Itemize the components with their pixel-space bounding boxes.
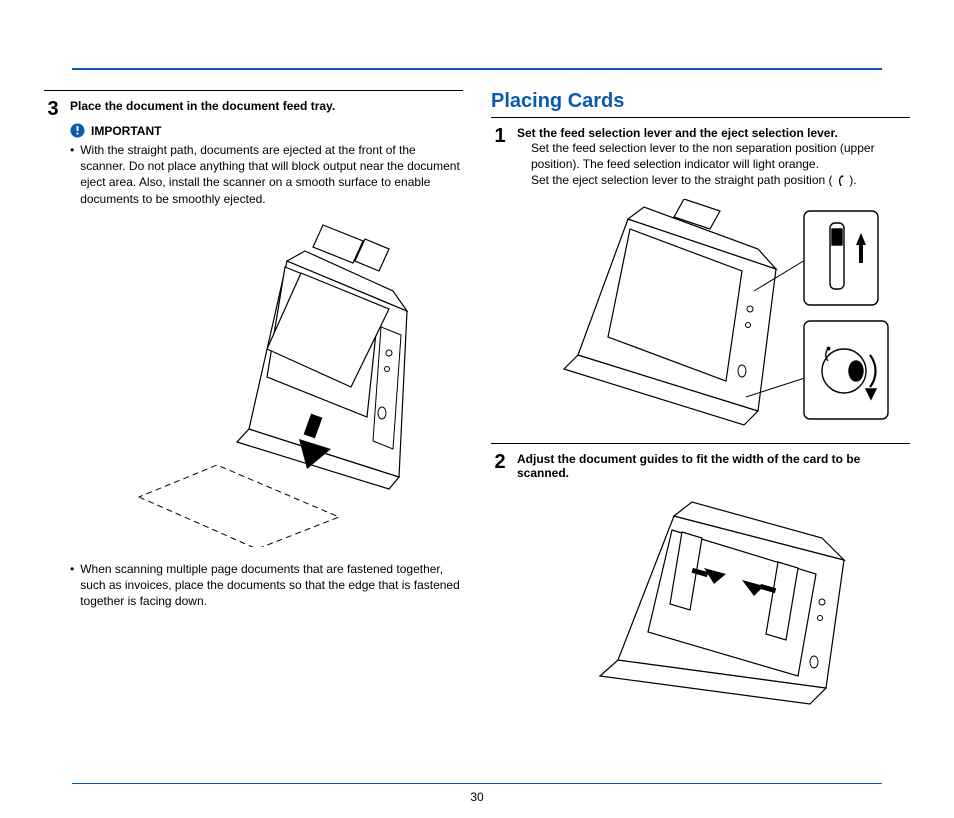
- bullet-2: When scanning multiple page documents th…: [70, 561, 463, 610]
- bullet-1: With the straight path, documents are ej…: [70, 142, 463, 207]
- step-title: Adjust the document guides to fit the wi…: [517, 452, 910, 480]
- step-rule: [491, 443, 910, 444]
- important-label: IMPORTANT: [91, 124, 161, 138]
- step-rule: [44, 90, 463, 91]
- step-3: 3 Place the document in the document fee…: [44, 99, 463, 611]
- figure-guides: [517, 490, 910, 710]
- step-rule: [491, 117, 910, 118]
- bullet-text: With the straight path, documents are ej…: [80, 142, 463, 207]
- header-rule: [72, 68, 882, 70]
- manual-page: 3 Place the document in the document fee…: [0, 0, 954, 818]
- step-body: Adjust the document guides to fit the wi…: [517, 452, 910, 724]
- step-line: Set the feed selection lever to the non …: [517, 140, 910, 172]
- bullet-text: When scanning multiple page documents th…: [80, 561, 463, 610]
- left-column: 3 Place the document in the document fee…: [44, 90, 463, 724]
- step-title: Set the feed selection lever and the eje…: [517, 126, 910, 140]
- step-title: Place the document in the document feed …: [70, 99, 463, 113]
- step-2: 2 Adjust the document guides to fit the …: [491, 452, 910, 724]
- footer-rule: [72, 783, 882, 784]
- section-heading: Placing Cards: [491, 90, 910, 113]
- step-line-b: ).: [849, 173, 856, 187]
- step-line: Set the eject selection lever to the str…: [517, 172, 910, 188]
- important-header: IMPORTANT: [70, 123, 463, 138]
- right-column: Placing Cards 1 Set the feed selection l…: [491, 90, 910, 724]
- step-line-a: Set the eject selection lever to the str…: [531, 173, 833, 187]
- step-number: 3: [44, 99, 62, 119]
- important-icon: [70, 123, 85, 138]
- figure-levers: [517, 199, 910, 429]
- page-number: 30: [0, 790, 954, 804]
- figure-eject-path: [70, 217, 463, 547]
- step-number: 2: [491, 452, 509, 472]
- step-1: 1 Set the feed selection lever and the e…: [491, 126, 910, 443]
- straight-path-icon: [836, 175, 846, 187]
- step-number: 1: [491, 126, 509, 146]
- step-body: Set the feed selection lever and the eje…: [517, 126, 910, 443]
- two-column-layout: 3 Place the document in the document fee…: [44, 90, 910, 724]
- step-body: Place the document in the document feed …: [70, 99, 463, 611]
